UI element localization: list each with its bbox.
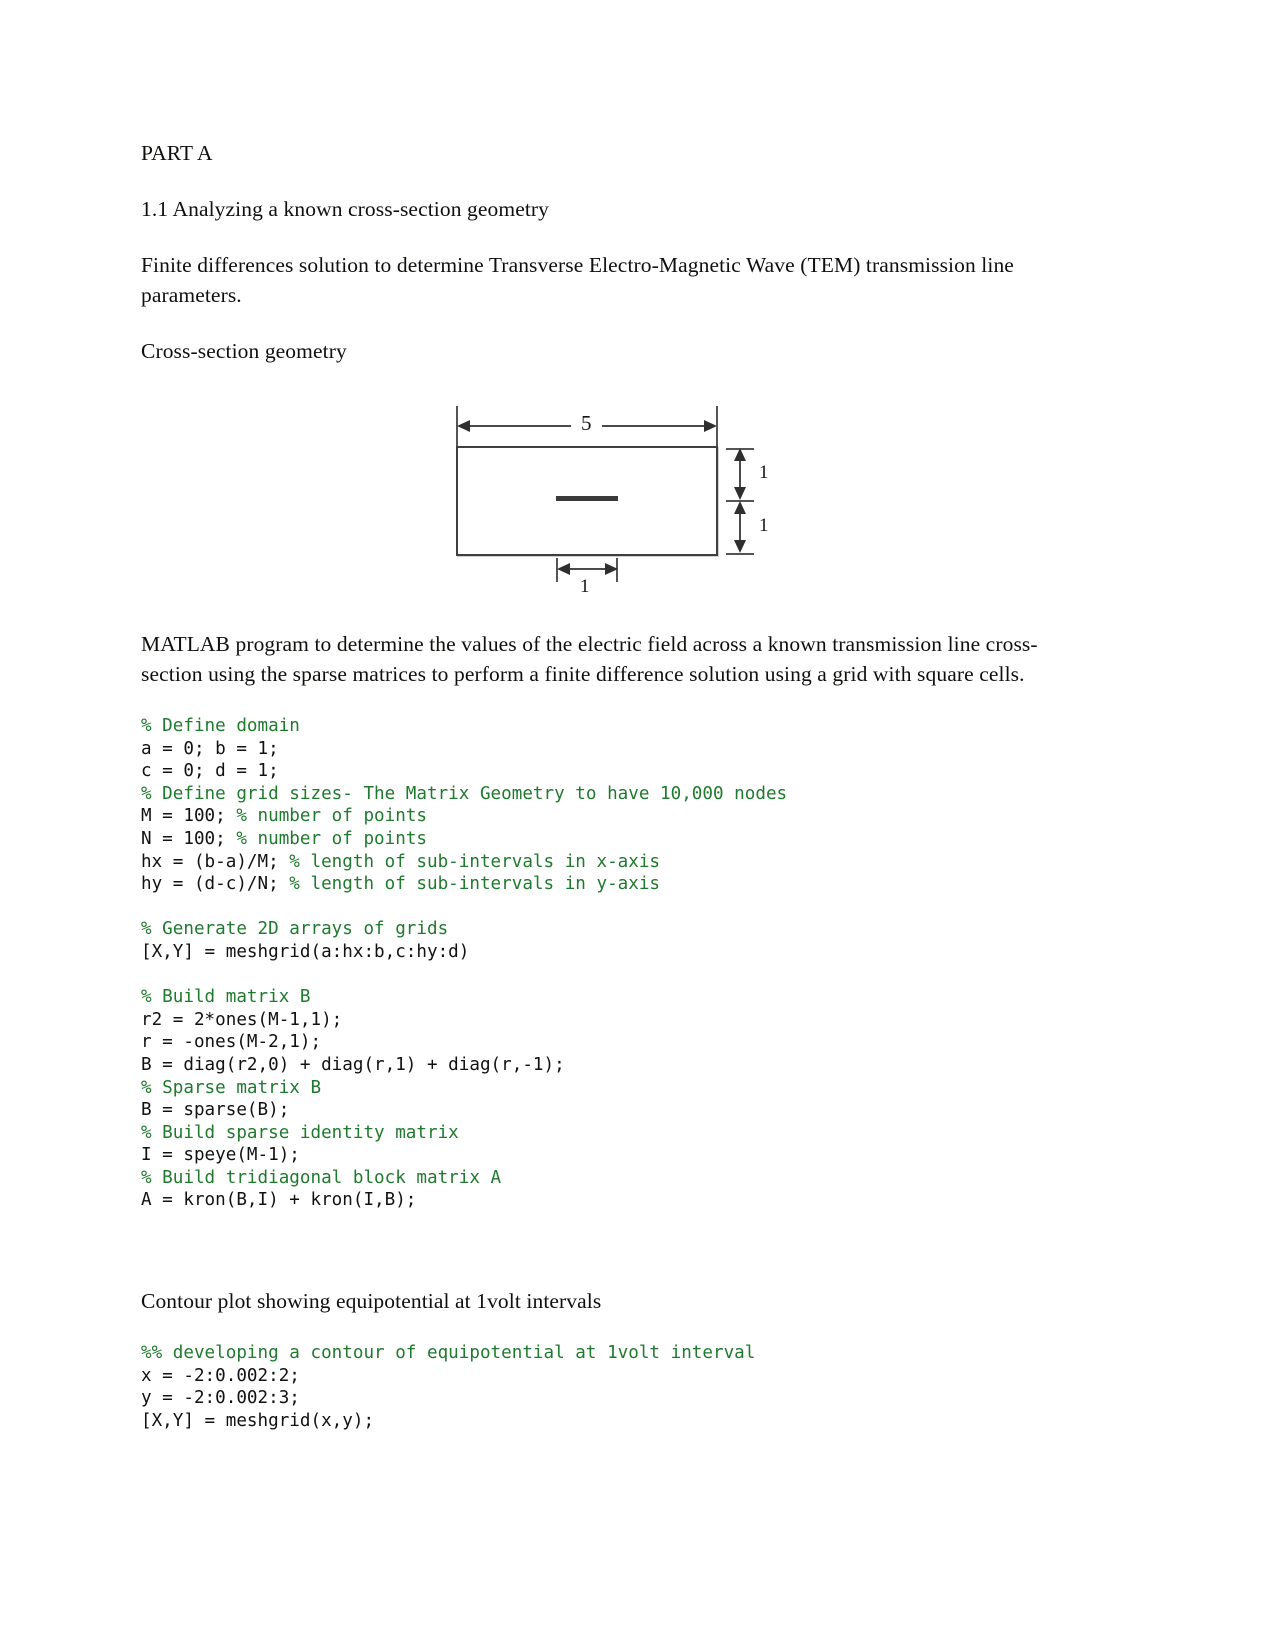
- upper-height-arrow-up-icon: [734, 448, 746, 461]
- lower-height-label: 1: [759, 515, 769, 536]
- matlab-code-block-1: % Define domain a = 0; b = 1; c = 0; d =…: [141, 716, 788, 1211]
- figure-drawing: 5 1 1 1: [453, 392, 769, 597]
- document-page: PART A 1.1 Analyzing a known cross-secti…: [0, 0, 1275, 1650]
- width-arrow-right-icon: [704, 420, 717, 432]
- outer-conductor-rectangle: [456, 446, 718, 556]
- document-content: PART A 1.1 Analyzing a known cross-secti…: [141, 138, 1071, 1432]
- right-tick-bottom: [726, 553, 754, 555]
- cross-section-geometry-figure: 5 1 1 1: [141, 392, 1071, 607]
- inner-conductor-strip: [556, 496, 618, 501]
- matlab-description-paragraph: MATLAB program to determine the values o…: [141, 632, 1038, 686]
- inner-width-arrow-right-icon: [605, 563, 618, 575]
- part-heading: PART A: [141, 141, 213, 165]
- matlab-code-block-2: %% developing a contour of equipotential…: [141, 1343, 756, 1431]
- upper-height-arrow-down-icon: [734, 487, 746, 500]
- inner-width-arrow-left-icon: [557, 563, 570, 575]
- contour-heading: Contour plot showing equipotential at 1v…: [141, 1289, 602, 1314]
- width-arrow-left-icon: [457, 420, 470, 432]
- cross-section-label: Cross-section geometry: [141, 339, 347, 363]
- lower-height-arrow-up-icon: [734, 501, 746, 514]
- lower-height-arrow-down-icon: [734, 540, 746, 553]
- width-dimension-label: 5: [571, 411, 602, 436]
- inner-width-label: 1: [580, 576, 590, 597]
- upper-height-label: 1: [759, 462, 769, 483]
- intro-paragraph: Finite differences solution to determine…: [141, 253, 1014, 307]
- section-heading: 1.1 Analyzing a known cross-section geom…: [141, 197, 550, 221]
